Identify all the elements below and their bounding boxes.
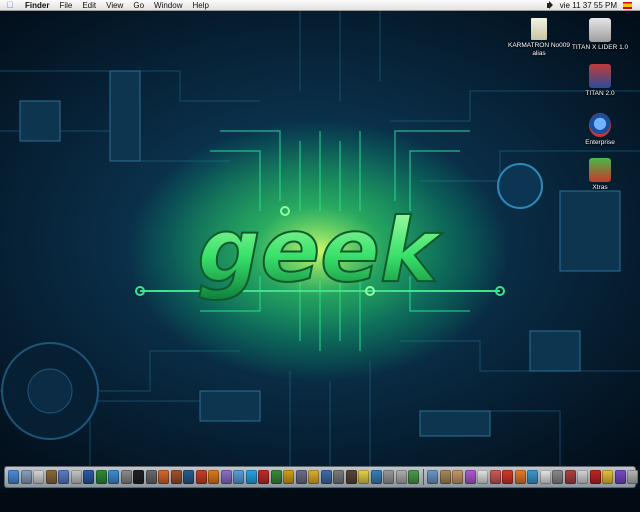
menu-file[interactable]: File — [54, 0, 77, 11]
app-icon[interactable] — [489, 470, 501, 484]
network-app-icon[interactable] — [527, 470, 538, 484]
disk-utility-icon[interactable] — [395, 470, 407, 484]
desktop-icon-karmatron[interactable]: KARMATRON No009 alias — [508, 18, 570, 57]
desktop-icon-titan-x-lider[interactable]: TITAN X LIDER 1.0 — [569, 18, 631, 52]
desktop-icon-label: Enterprise — [585, 139, 615, 146]
image-file-icon[interactable] — [439, 470, 451, 484]
document-icon — [531, 18, 547, 40]
dreamweaver-icon[interactable] — [270, 470, 282, 484]
system-prefs-icon[interactable] — [120, 470, 132, 484]
clock-calendar-icon[interactable] — [539, 470, 551, 484]
menu-clock[interactable]: vie 11 37 55 PM — [558, 1, 623, 10]
mail-icon[interactable] — [20, 470, 32, 484]
firefox-icon[interactable] — [208, 470, 219, 484]
network-icon[interactable] — [370, 470, 382, 484]
garageband-icon[interactable] — [308, 470, 319, 484]
geek-logo-text: geek — [198, 199, 443, 302]
desktop-icon-label: TITAN 2.0 — [585, 90, 615, 97]
desktop-icon-enterprise[interactable]: Enterprise — [569, 113, 631, 147]
preview-icon[interactable] — [70, 470, 82, 484]
dictionary-icon[interactable] — [345, 470, 357, 484]
xtras-folder-icon — [589, 158, 611, 182]
excel-icon[interactable] — [95, 470, 107, 484]
menu-extras: vie 11 37 55 PM — [542, 0, 640, 11]
sword-icon[interactable] — [552, 470, 563, 484]
utility-icon[interactable] — [383, 470, 394, 484]
red-app-icon[interactable] — [589, 470, 601, 484]
menu-app-finder[interactable]: Finder — [20, 0, 54, 11]
spain-flag-icon[interactable] — [623, 1, 632, 9]
photo-icon[interactable] — [452, 470, 463, 484]
word-icon[interactable] — [83, 470, 94, 484]
itunes-disc-icon[interactable] — [220, 470, 232, 484]
text-file-icon[interactable] — [477, 470, 488, 484]
music-file-icon[interactable] — [464, 470, 476, 484]
acrobat-icon[interactable] — [258, 470, 269, 484]
toolbox-icon[interactable] — [564, 470, 576, 484]
flag-icon[interactable] — [502, 470, 513, 484]
ical-icon[interactable] — [33, 470, 44, 484]
chess-icon[interactable] — [145, 470, 157, 484]
speaker-icon[interactable] — [542, 0, 558, 11]
gadget-icon[interactable] — [577, 470, 588, 484]
guitar-icon[interactable] — [170, 470, 182, 484]
ball-icon[interactable] — [514, 470, 526, 484]
fireworks-icon[interactable] — [283, 470, 294, 484]
star-icon[interactable] — [602, 470, 613, 484]
trash-icon[interactable] — [627, 470, 638, 484]
purple-app-icon[interactable] — [614, 470, 626, 484]
stickies-icon[interactable] — [358, 470, 369, 484]
photoshop-icon[interactable] — [183, 470, 194, 484]
calculator-icon[interactable] — [333, 470, 344, 484]
desktop-icon-label: Xtras — [592, 184, 608, 191]
folder-icon[interactable] — [427, 470, 438, 484]
ichat-icon[interactable] — [233, 470, 244, 484]
desktop-wallpaper: geek — [0, 11, 640, 466]
address-book-icon[interactable] — [45, 470, 57, 484]
enterprise-app-icon — [589, 113, 611, 137]
itunes-icon[interactable] — [58, 470, 69, 484]
desktop-icon-titan-2[interactable]: TITAN 2.0 — [569, 64, 631, 98]
safari-icon[interactable] — [108, 470, 119, 484]
desktop-icon-label: KARMATRON No009 alias — [508, 42, 571, 57]
skype-icon[interactable] — [245, 470, 257, 484]
menu-window[interactable]: Window — [149, 0, 187, 11]
dock-separator — [422, 469, 424, 485]
paintbrush-icon[interactable] — [158, 470, 169, 484]
robot-app-icon — [589, 18, 611, 42]
desktop-icon-label: TITAN X LIDER 1.0 — [571, 44, 629, 51]
menu-bar:  Finder File Edit View Go Window Help v… — [0, 0, 640, 11]
robot-app-icon — [589, 64, 611, 88]
menu-help[interactable]: Help — [187, 0, 213, 11]
desktop-icon-xtras[interactable]: Xtras — [569, 158, 631, 192]
activity-monitor-icon[interactable] — [408, 470, 419, 484]
terminal-icon[interactable] — [133, 470, 144, 484]
geek-logo: geek — [197, 198, 444, 303]
menu-edit[interactable]: Edit — [77, 0, 101, 11]
bottom-strip — [0, 489, 640, 512]
menu-go[interactable]: Go — [128, 0, 149, 11]
finder-icon[interactable] — [8, 470, 19, 484]
imovie-icon[interactable] — [295, 470, 307, 484]
flash-icon[interactable] — [195, 470, 207, 484]
menu-view[interactable]: View — [101, 0, 128, 11]
dock — [4, 466, 638, 488]
apple-menu-icon[interactable]:  — [0, 0, 20, 11]
quicktime-icon[interactable] — [320, 470, 332, 484]
